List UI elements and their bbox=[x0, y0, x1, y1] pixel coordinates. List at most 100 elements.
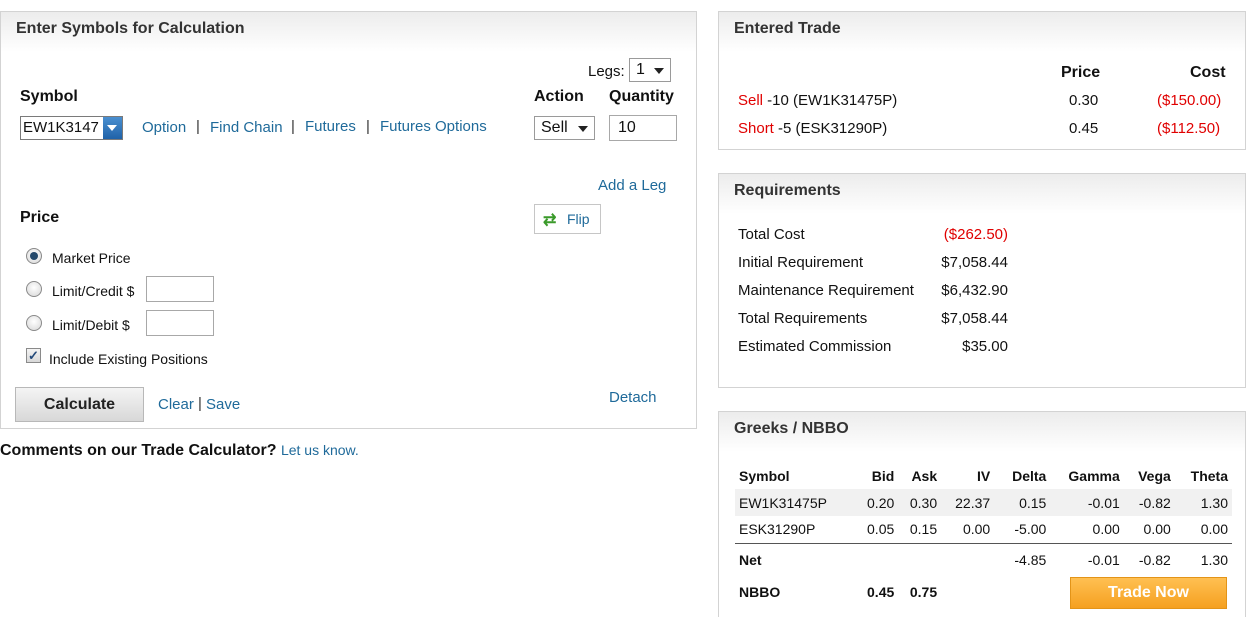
requirement-value: $35.00 bbox=[962, 338, 1008, 355]
limit-debit-input[interactable] bbox=[146, 310, 214, 336]
trade-cost: ($112.50) bbox=[1157, 120, 1221, 137]
futures-options-link[interactable]: Futures Options bbox=[380, 118, 487, 135]
nbbo-bid: 0.45 bbox=[867, 584, 895, 600]
col-header: Symbol bbox=[739, 467, 790, 484]
cell bbox=[857, 543, 898, 577]
requirement-row: Estimated Commission $35.00 bbox=[738, 334, 1008, 360]
requirement-label: Total Requirements bbox=[738, 310, 868, 327]
cell: -0.82 bbox=[1123, 489, 1175, 516]
trade-now-button[interactable]: Trade Now bbox=[1070, 577, 1227, 609]
requirement-row: Total Requirements $7,058.44 bbox=[738, 306, 1008, 332]
chevron-down-icon bbox=[578, 126, 588, 132]
calculate-button[interactable]: Calculate bbox=[15, 387, 144, 422]
cell: 0.00 bbox=[1123, 516, 1175, 544]
greeks-header-row: Symbol Bid Ask IV Delta Gamma Vega Theta bbox=[735, 462, 1232, 489]
col-header: Bid bbox=[871, 467, 895, 484]
quantity-value: 10 bbox=[618, 119, 636, 136]
col-header: Vega bbox=[1138, 467, 1171, 484]
limit-debit-radio[interactable] bbox=[26, 315, 42, 331]
cell: 1.30 bbox=[1200, 552, 1228, 569]
find-chain-link[interactable]: Find Chain bbox=[210, 119, 283, 136]
link-separator: | bbox=[196, 118, 200, 135]
col-header: Gamma bbox=[1068, 467, 1120, 484]
net-label: Net bbox=[739, 552, 762, 569]
col-header: Theta bbox=[1190, 467, 1228, 484]
entered-trade-panel: Entered Trade Price Cost Sell -10 (EW1K3… bbox=[718, 11, 1246, 150]
cell bbox=[941, 543, 994, 577]
trade-cost: ($150.00) bbox=[1157, 92, 1222, 109]
include-existing-checkbox[interactable]: ✓ bbox=[26, 348, 41, 363]
flip-label: Flip bbox=[567, 211, 590, 227]
net-row: Net -4.85 -0.01 -0.82 1.30 bbox=[735, 543, 1232, 577]
limit-credit-label: Limit/Credit $ bbox=[52, 283, 135, 299]
calculator-panel-title: Enter Symbols for Calculation bbox=[1, 12, 696, 52]
col-header: Ask bbox=[911, 467, 938, 484]
market-price-label: Market Price bbox=[52, 250, 131, 266]
clear-link[interactable]: Clear bbox=[158, 396, 194, 413]
limit-credit-radio[interactable] bbox=[26, 281, 42, 297]
flip-button[interactable]: ⇄ Flip bbox=[534, 204, 601, 234]
link-separator: | bbox=[366, 118, 370, 135]
cell: -0.01 bbox=[1087, 552, 1120, 569]
col-header: IV bbox=[976, 467, 991, 484]
cell: -0.01 bbox=[1050, 489, 1124, 516]
table-row: EW1K31475P 0.20 0.30 22.37 0.15 -0.01 -0… bbox=[735, 489, 1232, 516]
comments-line: Comments on our Trade Calculator? Let us… bbox=[0, 442, 359, 460]
cell: -0.82 bbox=[1138, 552, 1171, 569]
nbbo-ask: 0.75 bbox=[909, 584, 938, 600]
trade-desc: -10 (EW1K31475P) bbox=[763, 92, 898, 109]
action-select[interactable]: Sell bbox=[534, 116, 595, 140]
cell: 22.37 bbox=[941, 489, 995, 516]
trade-row: Short -5 (ESK31290P) 0.45 ($112.50) bbox=[738, 116, 1228, 142]
trade-price: 0.30 bbox=[1069, 92, 1099, 109]
trade-action: Short bbox=[738, 120, 774, 137]
cell: 0.00 bbox=[941, 516, 995, 544]
legs-value: 1 bbox=[636, 61, 645, 78]
market-price-radio[interactable] bbox=[26, 248, 42, 264]
action-value: Sell bbox=[541, 119, 568, 136]
greeks-panel: Greeks / NBBO Symbol Bid Ask IV Delta Ga… bbox=[718, 411, 1246, 617]
cost-header: Cost bbox=[1190, 64, 1226, 81]
legs-select[interactable]: 1 bbox=[629, 58, 671, 82]
cell: EW1K31475P bbox=[735, 489, 858, 516]
trade-price: 0.45 bbox=[1069, 120, 1099, 137]
action-label: Action bbox=[534, 88, 584, 105]
requirement-value: $6,432.90 bbox=[941, 282, 1008, 299]
cell: 0.15 bbox=[994, 489, 1051, 516]
greeks-title: Greeks / NBBO bbox=[719, 412, 1245, 452]
requirement-value: $7,058.44 bbox=[941, 254, 1008, 271]
calculator-panel: Enter Symbols for Calculation Legs: 1 Sy… bbox=[0, 11, 697, 429]
requirement-label: Initial Requirement bbox=[738, 254, 864, 271]
let-us-know-link[interactable]: Let us know. bbox=[281, 442, 359, 458]
add-leg-link[interactable]: Add a Leg bbox=[598, 177, 666, 194]
dropdown-arrow-icon[interactable] bbox=[103, 117, 122, 139]
cell: -5.00 bbox=[994, 516, 1051, 544]
save-link[interactable]: Save bbox=[206, 396, 240, 413]
limit-credit-input[interactable] bbox=[146, 276, 214, 302]
requirement-label: Total Cost bbox=[738, 226, 805, 243]
col-header: Delta bbox=[1012, 467, 1047, 484]
requirement-value: ($262.50) bbox=[943, 226, 1008, 243]
flip-arrows-icon: ⇄ bbox=[543, 212, 557, 229]
include-existing-label: Include Existing Positions bbox=[49, 351, 208, 367]
cell: 0.05 bbox=[857, 516, 899, 544]
cell: 0.20 bbox=[857, 489, 899, 516]
requirement-label: Estimated Commission bbox=[738, 338, 892, 355]
detach-link[interactable]: Detach bbox=[609, 389, 657, 406]
futures-link[interactable]: Futures bbox=[305, 118, 356, 135]
chevron-down-icon bbox=[654, 68, 664, 74]
requirements-panel: Requirements Total Cost ($262.50) Initia… bbox=[718, 173, 1246, 388]
cell: 0.30 bbox=[898, 489, 942, 516]
cell: 1.30 bbox=[1174, 489, 1232, 516]
requirement-label: Maintenance Requirement bbox=[738, 282, 914, 299]
requirements-title: Requirements bbox=[719, 174, 1245, 214]
limit-debit-label: Limit/Debit $ bbox=[52, 317, 130, 333]
quantity-input[interactable]: 10 bbox=[609, 115, 677, 141]
requirement-row: Total Cost ($262.50) bbox=[738, 222, 1008, 248]
trade-action: Sell bbox=[738, 92, 764, 109]
entered-trade-title: Entered Trade bbox=[719, 12, 1245, 52]
symbol-input-value: EW1K3147 bbox=[23, 119, 99, 136]
option-link[interactable]: Option bbox=[142, 119, 186, 136]
requirement-value: $7,058.44 bbox=[941, 310, 1008, 327]
symbol-input[interactable]: EW1K3147 bbox=[20, 116, 123, 140]
